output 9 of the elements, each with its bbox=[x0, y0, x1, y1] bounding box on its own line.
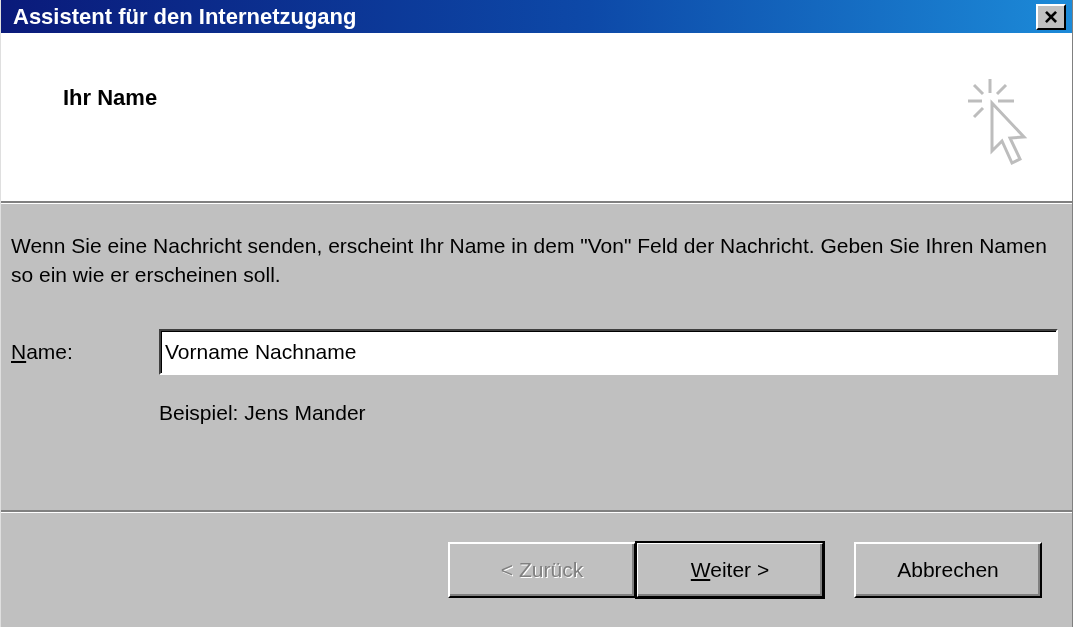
field-label: Name: bbox=[11, 340, 74, 364]
window-title: Assistent für den Internetzugang bbox=[13, 3, 357, 30]
page-heading: Ihr Name bbox=[63, 85, 158, 111]
next-button[interactable]: Weiter > bbox=[636, 542, 824, 598]
close-button[interactable]: × bbox=[1036, 3, 1066, 30]
instruction-text: Wenn Sie eine Nachricht senden, erscheint Ihr Name in dem "Von" Feld der Nachricht. Geben Sie Ihren Namen so ein wie er erscheinen soll. bbox=[11, 233, 1048, 288]
cancel-button[interactable]: Abbrechen bbox=[854, 542, 1042, 598]
example-text: Beispiel: Jens Mander bbox=[159, 401, 366, 425]
name-input[interactable]: Vorname Nachname bbox=[159, 329, 1058, 375]
